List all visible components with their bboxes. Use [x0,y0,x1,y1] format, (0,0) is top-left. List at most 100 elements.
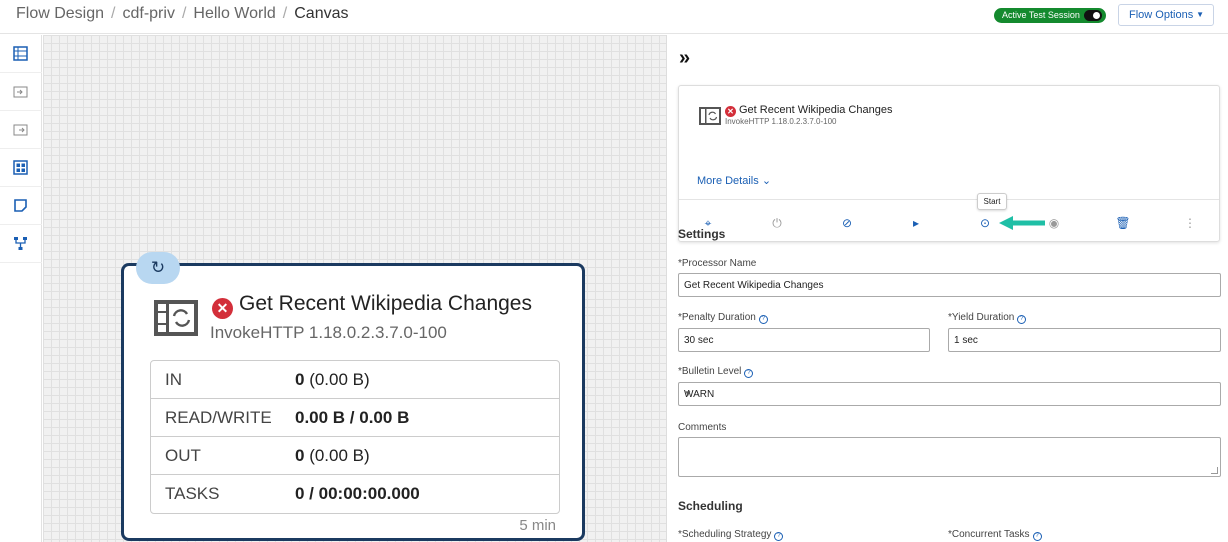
funnel-icon [14,237,27,250]
concurrent-tasks-label: *Concurrent Tasks? [948,529,1042,541]
stat-value-rest: (0.00 B) [304,446,370,465]
configuration-panel: » ✕ Get Recent Wikipedia Changes InvokeHT… [667,35,1228,542]
stat-value: 0 (0.00 B) [295,446,370,466]
rail-input-port[interactable] [0,73,42,111]
start-tooltip: Start [977,193,1007,210]
scheduling-heading: Scheduling [678,499,743,513]
stop-circle-icon: ◉ [1048,216,1060,230]
summary-title: ✕ Get Recent Wikipedia Changes [725,104,892,117]
disable-button[interactable]: ⊘ [836,212,858,234]
yield-duration-text: *Yield Duration [948,312,1015,323]
breadcrumb: Flow Design / cdf-priv / Hello World / Canvas [16,5,349,23]
help-icon[interactable]: ? [1017,315,1027,324]
stat-label: OUT [165,446,201,465]
summary-divider [679,199,1219,200]
run-once-button[interactable]: ▸ [905,212,927,234]
settings-heading: Settings [678,227,726,241]
yield-duration-label: *Yield Duration? [948,312,1027,324]
stat-row-in: IN 0 (0.00 B) [151,361,559,399]
breadcrumb-flow-design[interactable]: Flow Design [16,5,104,22]
scheduling-strategy-text: *Scheduling Strategy [678,529,772,540]
processor-icon [699,107,721,125]
processor-name-field[interactable]: Get Recent Wikipedia Changes [678,273,1221,297]
stat-value-rest: (0.00 B) [304,370,370,389]
penalty-duration-text: *Penalty Duration [678,312,756,323]
bulletin-level-text: *Bulletin Level [678,366,742,377]
processor-stats: IN 0 (0.00 B) READ/WRITE 0.00 B / 0.00 B… [150,360,560,514]
stat-row-out: OUT 0 (0.00 B) [151,437,559,475]
processor-icon [13,46,28,61]
processor-card[interactable]: ✕ Get Recent Wikipedia Changes InvokeHTTP… [121,263,585,541]
refresh-icon: ↻ [150,258,166,277]
stats-window-label: 5 min [519,517,556,534]
flow-options-label: Flow Options [1129,9,1194,21]
bulletin-level-select[interactable]: WARN ▼ [678,382,1221,406]
processor-title: ✕ Get Recent Wikipedia Changes [212,292,532,319]
power-icon: ⏻ [772,216,782,230]
stat-value: 0 (0.00 B) [295,370,370,390]
trash-icon: 🗑 [1115,216,1131,230]
stat-label: READ/WRITE [165,408,272,427]
concurrent-tasks-text: *Concurrent Tasks [948,529,1030,540]
active-test-session-toggle[interactable]: Active Test Session [994,8,1106,23]
enable-button[interactable]: ⏻ [766,212,788,234]
comments-textarea[interactable] [678,437,1221,477]
stat-row-read-write: READ/WRITE 0.00 B / 0.00 B [151,399,559,437]
top-bar: Flow Design / cdf-priv / Hello World / Canvas … [0,0,1228,34]
start-button[interactable]: ⊙ [974,212,996,234]
yield-duration-field[interactable]: 1 sec [948,328,1221,352]
stat-label: IN [165,370,182,389]
help-icon[interactable]: ? [1032,532,1042,541]
collapse-panel-icon[interactable]: » [679,47,690,70]
breadcrumb-cdf-priv[interactable]: cdf-priv [122,5,174,22]
summary-type: InvokeHTTP 1.18.0.2.3.7.0-100 [725,117,837,126]
rail-process-group[interactable] [0,149,42,187]
caret-down-icon: ▼ [684,389,692,398]
flow-options-button[interactable]: Flow Options ▼ [1118,4,1214,26]
stat-label: TASKS [165,484,220,503]
processor-icon [154,300,198,336]
output-port-icon [13,124,28,136]
scheduling-strategy-label: *Scheduling Strategy? [678,529,784,541]
caret-down-icon: ▼ [1196,10,1204,19]
processor-type: InvokeHTTP 1.18.0.2.3.7.0-100 [210,323,447,342]
bulletin-level-label: *Bulletin Level? [678,366,754,378]
help-icon[interactable]: ? [758,315,768,324]
stat-value: 0.00 B / 0.00 B [295,408,409,428]
arrow-annotation-icon [999,216,1045,230]
refresh-button[interactable]: ↻ [136,252,180,284]
more-actions-button[interactable]: ⋮ [1179,212,1201,234]
processor-summary-card: ✕ Get Recent Wikipedia Changes InvokeHTTP… [678,85,1220,242]
rail-output-port[interactable] [0,111,42,149]
error-icon[interactable]: ✕ [212,298,233,319]
breadcrumb-current: Canvas [294,5,349,22]
component-rail [0,35,42,542]
rail-label[interactable] [0,187,42,225]
more-details-link[interactable]: More Details ⌄ [697,174,771,187]
yield-duration-value: 1 sec [954,335,978,346]
delete-button[interactable]: 🗑 [1112,212,1134,234]
penalty-duration-label: *Penalty Duration? [678,312,768,324]
stat-value: 0 / 00:00:00.000 [295,484,420,504]
comments-label: Comments [678,422,727,433]
stat-row-tasks: TASKS 0 / 00:00:00.000 [151,475,559,513]
penalty-duration-value: 30 sec [684,335,714,346]
play-small-icon: ▸ [912,216,920,230]
rail-funnel[interactable] [0,225,42,263]
play-circle-icon: ⊙ [979,216,991,230]
processor-name-value: Get Recent Wikipedia Changes [684,280,824,291]
help-icon[interactable]: ? [744,369,754,378]
rail-processor[interactable] [0,35,42,73]
penalty-duration-field[interactable]: 30 sec [678,328,930,352]
label-icon [14,199,27,212]
processor-name: Get Recent Wikipedia Changes [239,292,532,315]
stat-value-bold: 0.00 B / 0.00 B [295,408,410,427]
process-group-icon [13,160,28,175]
breadcrumb-separator: / [282,5,288,22]
help-icon[interactable]: ? [774,532,784,541]
more-details-label: More Details [697,175,759,187]
error-icon[interactable]: ✕ [725,106,736,117]
breadcrumb-hello-world[interactable]: Hello World [193,5,275,22]
stat-value-bold: 0 / 00:00:00.000 [295,484,420,503]
input-port-icon [13,86,28,98]
